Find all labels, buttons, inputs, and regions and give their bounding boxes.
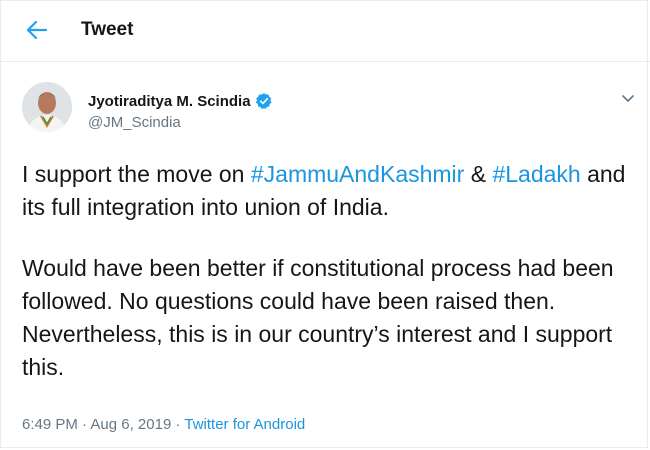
author-name-row: Jyotiraditya M. Scindia — [88, 91, 273, 111]
arrow-left-icon — [27, 21, 47, 39]
verified-badge-icon — [255, 93, 271, 109]
tweet-meta: 6:49 PM · Aug 6, 2019 · Twitter for Andr… — [22, 416, 305, 433]
hashtag-ladakh[interactable]: #Ladakh — [492, 161, 580, 187]
meta-separator: · — [171, 416, 185, 433]
tweet-text-segment: I support the move on — [22, 161, 251, 187]
tweet-text-segment: & — [464, 161, 493, 187]
page-title: Tweet — [81, 19, 134, 40]
chevron-down-icon — [622, 95, 634, 102]
meta-separator: · — [77, 416, 91, 433]
avatar-image — [22, 82, 72, 132]
author-handle[interactable]: @JM_Scindia — [88, 114, 181, 131]
back-button[interactable] — [22, 16, 52, 46]
more-options-button[interactable] — [618, 88, 638, 108]
tweet-date[interactable]: Aug 6, 2019 — [90, 416, 171, 433]
avatar[interactable] — [22, 82, 72, 132]
author-name[interactable]: Jyotiraditya M. Scindia — [88, 93, 251, 110]
tweet-text: I support the move on #JammuAndKashmir &… — [22, 158, 632, 384]
tweet-source-link[interactable]: Twitter for Android — [184, 416, 305, 433]
tweet-paragraph-1: I support the move on #JammuAndKashmir &… — [22, 158, 632, 224]
hashtag-jammuandkashmir[interactable]: #JammuAndKashmir — [251, 161, 464, 187]
page-header: Tweet — [0, 0, 650, 62]
tweet-time[interactable]: 6:49 PM — [22, 416, 78, 433]
tweet-paragraph-2: Would have been better if constitutional… — [22, 255, 614, 380]
